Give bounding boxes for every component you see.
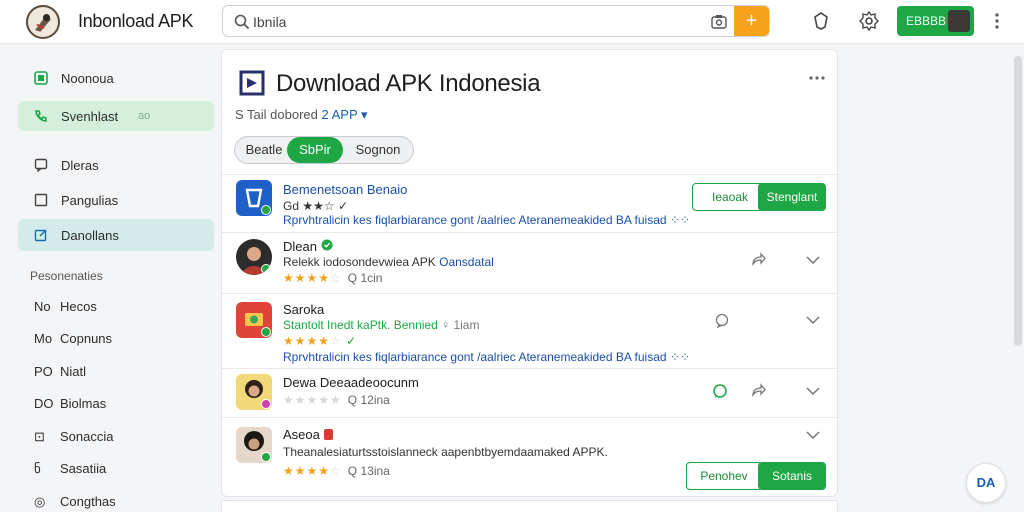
chevron-down-icon[interactable]	[806, 316, 820, 324]
app-description: Rprvhtralicin kes fiqlarbiarance gont /a…	[283, 213, 691, 227]
shield-icon[interactable]	[810, 10, 832, 32]
status-dot	[261, 205, 271, 215]
app-rating-line: Gd ★★☆ ✓	[283, 199, 349, 213]
status-dot	[261, 452, 271, 462]
list-item[interactable]: Saroka Stantolt Inedt kaPtk. Bennied ♀ 1…	[222, 294, 837, 368]
sidebar-item-pangulias[interactable]: Pangulias	[18, 185, 214, 215]
secondary-action-button[interactable]: Penohev	[686, 462, 762, 490]
sidebar-item-label: Pangulias	[61, 193, 119, 208]
sidebar-item-label: Noonoua	[61, 71, 114, 86]
sidebar-sub-item[interactable]: Mo Copnuns	[34, 331, 112, 351]
star-rating: ★★★★☆ Q 1cin	[283, 271, 383, 285]
whatsapp-icon[interactable]	[712, 383, 728, 399]
app-icon	[236, 239, 272, 275]
top-bar: Inbonload APK + EBBBB	[0, 0, 1024, 44]
sidebar-item-noonoua[interactable]: Noonoua	[18, 63, 214, 93]
sidebar-sub-item[interactable]: DO Biolmas	[34, 396, 106, 416]
star-rating: ★★★★☆ ✓	[283, 334, 358, 348]
chevron-down-icon[interactable]	[806, 256, 820, 264]
list-item[interactable]: Dewa Deeaadeoocunm ★★★★★ Q 12ina	[222, 369, 837, 417]
app-description: Rprvhtralicin kes fiqlarbiarance gont /a…	[283, 350, 691, 364]
app-icon	[236, 374, 272, 410]
sidebar-item-label: Svenhlast	[61, 109, 119, 124]
sidebar-sub-item[interactable]: PO Niatl	[34, 364, 86, 384]
sidebar-item-label: Dleras	[61, 158, 99, 173]
sidebar-item-label: Danollans	[61, 228, 119, 243]
filter-pill-sbpir[interactable]: SbPir	[287, 137, 343, 163]
box-icon	[34, 193, 48, 207]
search-icon	[234, 14, 250, 30]
share-arrow-icon[interactable]	[750, 383, 766, 399]
square-icon	[34, 71, 48, 85]
user-account-button[interactable]: EBBBB	[897, 6, 974, 36]
avatar	[948, 10, 970, 32]
chevron-down-icon[interactable]	[806, 431, 820, 439]
verified-icon	[321, 239, 333, 251]
app-subtitle: Stantolt Inedt kaPtk. Bennied ♀ 1iam	[283, 318, 480, 332]
app-icon	[236, 427, 272, 463]
more-horizontal-icon[interactable]	[808, 74, 826, 82]
app-name[interactable]: Aseoa	[283, 427, 333, 442]
status-dot	[261, 399, 271, 409]
chevron-down-icon[interactable]	[806, 387, 820, 395]
list-item[interactable]: Bemenetsoan Benaio Gd ★★☆ ✓ Rprvhtralici…	[222, 175, 837, 232]
filter-pill-beatle[interactable]: Beatle	[239, 137, 289, 163]
list-item[interactable]: Aseoa Theanalesiaturtsstoislanneck aapen…	[222, 418, 837, 496]
filter-pill-group: Beatle SbPir Sognon	[234, 136, 414, 164]
card-subtitle: S Tail dobored 2 APP ▾	[235, 107, 368, 122]
sidebar-item-dleras[interactable]: Dleras	[18, 150, 214, 180]
share-arrow-icon[interactable]	[750, 252, 766, 268]
phone-icon	[35, 110, 47, 122]
filter-pill-sognon[interactable]: Sognon	[345, 137, 411, 163]
sidebar-sub-item[interactable]: No Hecos	[34, 299, 97, 319]
sidebar-item-svenhlast[interactable]: Svenhlast ao	[18, 101, 214, 131]
sidebar-item-hint: ao	[138, 110, 151, 122]
apk-logo-icon	[239, 70, 265, 96]
list-item[interactable]: Dlean Relekk iodosondevwiea APK Oansdata…	[222, 233, 837, 293]
app-description: Relekk iodosondevwiea APK Oansdatal	[283, 255, 494, 269]
app-icon	[236, 180, 272, 216]
app-icon	[236, 302, 272, 338]
primary-action-button[interactable]: Sotanis	[758, 462, 826, 490]
primary-action-button[interactable]: Stenglant	[758, 183, 826, 211]
sidebar-section-heading: Pesonenaties	[30, 269, 103, 283]
comment-icon[interactable]	[714, 312, 730, 328]
camera-icon[interactable]	[709, 12, 729, 32]
floating-action-button[interactable]: DA	[966, 463, 1006, 503]
download-card: Download APK Indonesia S Tail dobored 2 …	[221, 49, 838, 497]
badge-icon	[323, 429, 333, 440]
sidebar-sub-item[interactable]: ⊡ Sonaccia	[34, 429, 113, 449]
next-card-peek	[221, 500, 838, 512]
scrollbar[interactable]	[1014, 56, 1022, 346]
app-title: Inbonload APK	[78, 11, 194, 31]
edit-square-icon	[34, 229, 47, 242]
star-rating: ★★★★☆ Q 13ina	[283, 464, 390, 478]
more-vertical-icon[interactable]	[992, 11, 1002, 31]
app-name[interactable]: Bemenetsoan Benaio	[283, 182, 407, 197]
app-logo-icon[interactable]	[26, 5, 60, 39]
search-bar[interactable]: +	[222, 5, 770, 37]
search-input[interactable]	[253, 12, 693, 32]
status-dot	[261, 264, 271, 274]
page-title: Download APK Indonesia	[276, 70, 541, 97]
status-dot	[261, 327, 271, 337]
user-button-label: EBBBB	[906, 14, 947, 28]
chat-icon	[34, 158, 48, 172]
sidebar-sub-item[interactable]: ◎ Congthas	[34, 494, 116, 512]
add-button[interactable]: +	[734, 6, 769, 36]
settings-gear-icon[interactable]	[858, 10, 880, 32]
app-name[interactable]: Dewa Deeaadeoocunm	[283, 375, 419, 390]
app-description: Theanalesiaturtsstoislanneck aapenbtbyem…	[283, 445, 608, 459]
sidebar-sub-item[interactable]: ნ Sasatiia	[34, 461, 106, 481]
secondary-action-button[interactable]: Ieaoak	[692, 183, 768, 211]
star-rating: ★★★★★ Q 12ina	[283, 393, 390, 407]
sidebar-item-danollans[interactable]: Danollans	[18, 219, 214, 251]
app-name[interactable]: Saroka	[283, 302, 324, 317]
sidebar: Noonoua Svenhlast ao Dleras Pangulias Da…	[0, 45, 220, 512]
app-name[interactable]: Dlean	[283, 239, 333, 254]
